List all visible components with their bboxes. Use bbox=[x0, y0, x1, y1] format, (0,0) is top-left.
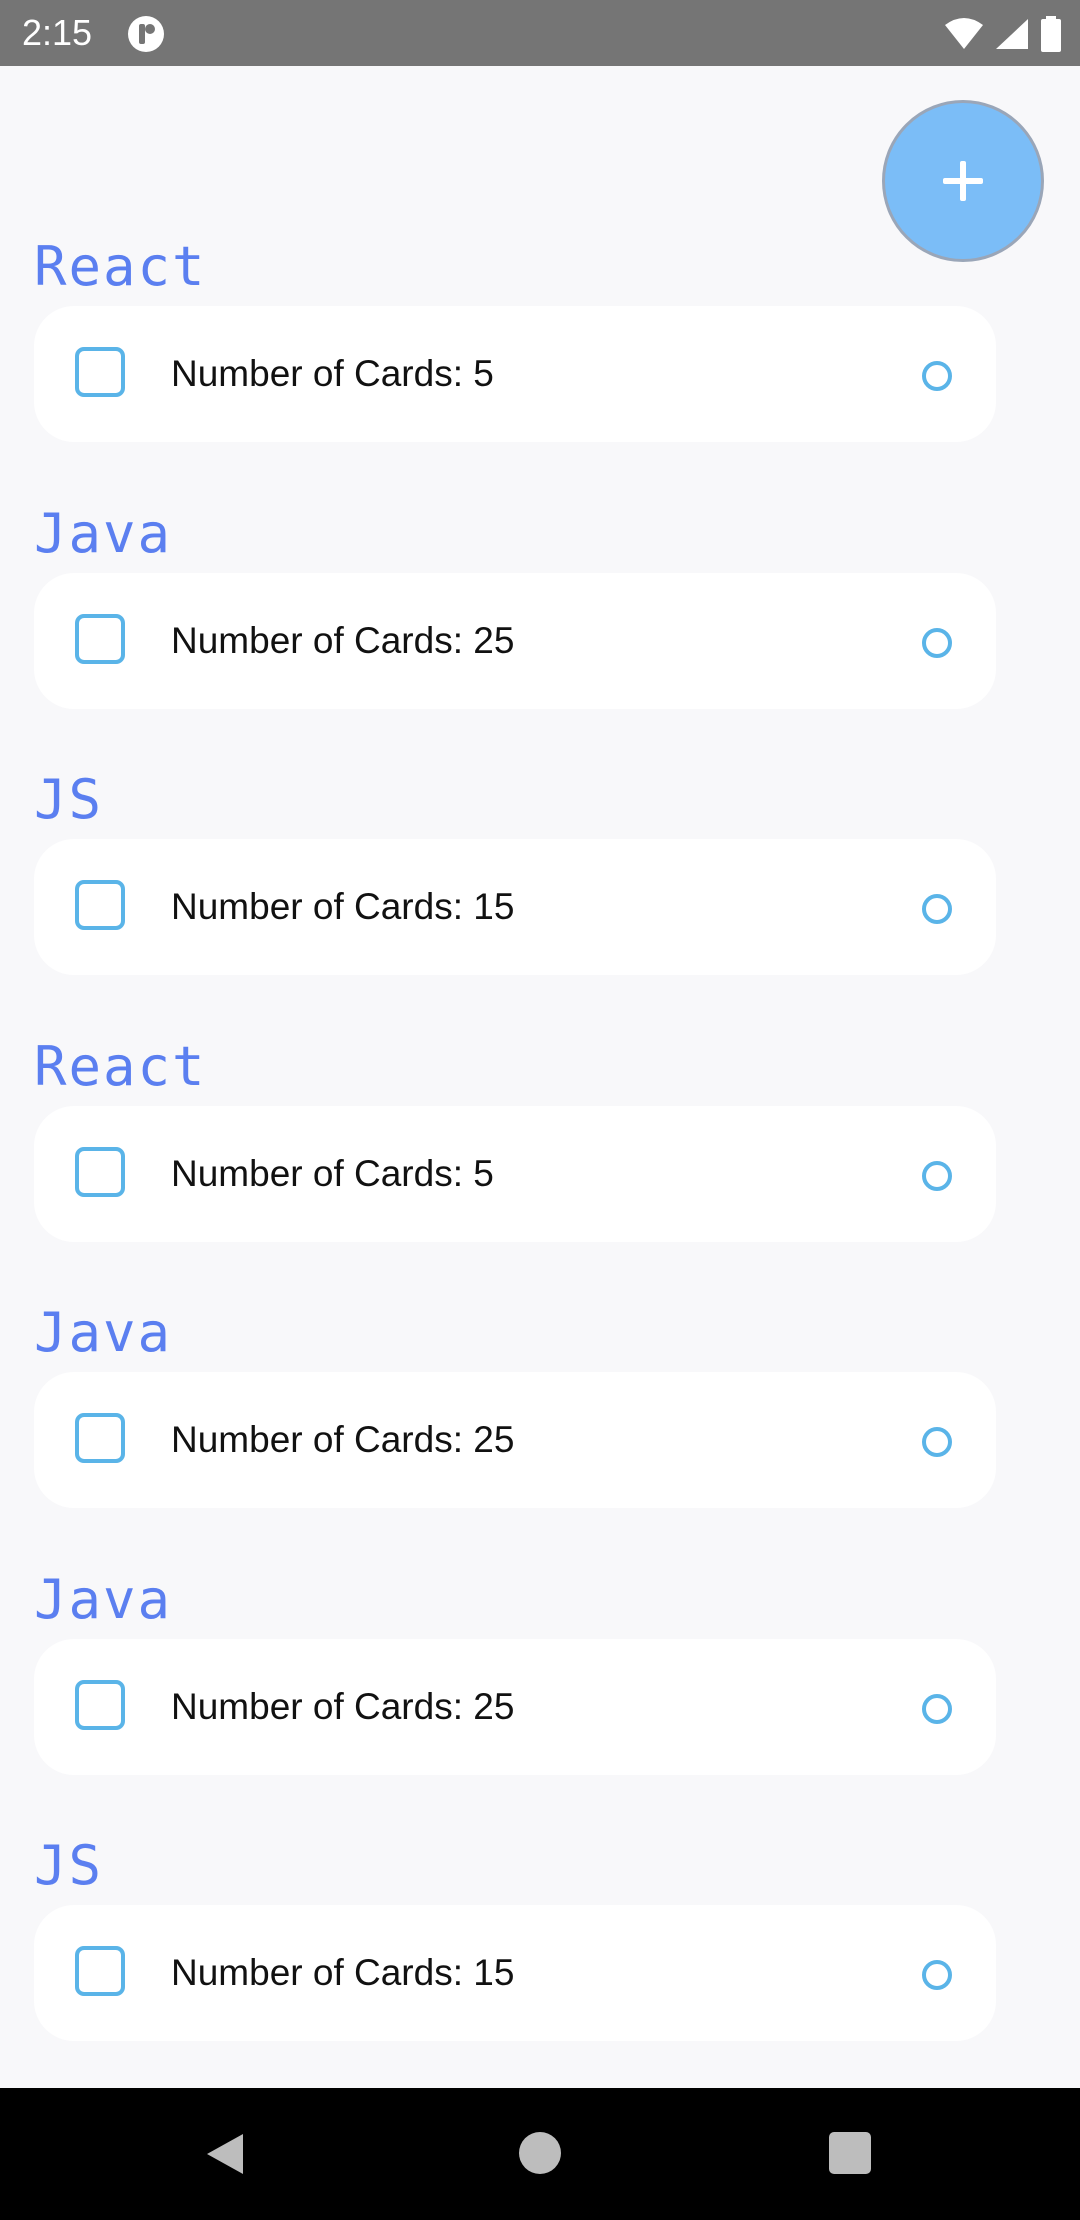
deck-card[interactable]: Number of Cards: 15 bbox=[34, 839, 996, 975]
deck-title[interactable]: JS bbox=[34, 769, 103, 831]
deck-title[interactable]: JS bbox=[34, 1835, 103, 1897]
deck-card-count: Number of Cards: 5 bbox=[171, 1153, 494, 1194]
deck-card[interactable]: Number of Cards: 5 bbox=[34, 1106, 996, 1242]
deck-card-count: Number of Cards: 5 bbox=[171, 353, 494, 394]
recents-icon[interactable] bbox=[829, 2132, 871, 2174]
deck-status-indicator[interactable] bbox=[922, 1427, 952, 1457]
deck-title[interactable]: React bbox=[34, 1036, 207, 1098]
deck-checkbox[interactable] bbox=[75, 1147, 125, 1197]
deck-title[interactable]: Java bbox=[34, 503, 172, 565]
add-deck-button[interactable] bbox=[882, 100, 1044, 262]
deck-title[interactable]: Java bbox=[34, 1302, 172, 1364]
deck-card[interactable]: Number of Cards: 25 bbox=[34, 1372, 996, 1508]
deck-status-indicator[interactable] bbox=[922, 1960, 952, 1990]
back-icon[interactable] bbox=[205, 2132, 245, 2176]
deck-status-indicator[interactable] bbox=[922, 361, 952, 391]
deck-card-count: Number of Cards: 25 bbox=[171, 620, 515, 661]
deck-card-count: Number of Cards: 25 bbox=[171, 1419, 515, 1460]
deck-status-indicator[interactable] bbox=[922, 1161, 952, 1191]
status-time: 2:15 bbox=[22, 12, 93, 53]
deck-checkbox[interactable] bbox=[75, 1413, 125, 1463]
deck-checkbox[interactable] bbox=[75, 1946, 125, 1996]
app-notification-icon bbox=[128, 16, 164, 52]
deck-card-count: Number of Cards: 25 bbox=[171, 1686, 515, 1727]
plus-icon bbox=[943, 161, 983, 201]
deck-title[interactable]: React bbox=[34, 236, 207, 298]
deck-title[interactable]: Java bbox=[34, 1569, 172, 1631]
battery-icon bbox=[1041, 16, 1061, 52]
status-bar: 2:15 bbox=[0, 0, 1080, 66]
deck-card-count: Number of Cards: 15 bbox=[171, 1952, 515, 1993]
deck-card-count: Number of Cards: 15 bbox=[171, 886, 515, 927]
cellular-signal-icon bbox=[996, 19, 1028, 49]
deck-checkbox[interactable] bbox=[75, 880, 125, 930]
deck-status-indicator[interactable] bbox=[922, 1694, 952, 1724]
status-icons bbox=[944, 14, 1062, 54]
wifi-icon bbox=[945, 18, 983, 49]
deck-checkbox[interactable] bbox=[75, 614, 125, 664]
deck-card[interactable]: Number of Cards: 25 bbox=[34, 573, 996, 709]
deck-card[interactable]: Number of Cards: 15 bbox=[34, 1905, 996, 2041]
deck-status-indicator[interactable] bbox=[922, 628, 952, 658]
deck-card[interactable]: Number of Cards: 25 bbox=[34, 1639, 996, 1775]
deck-checkbox[interactable] bbox=[75, 347, 125, 397]
deck-card[interactable]: Number of Cards: 5 bbox=[34, 306, 996, 442]
system-nav-bar bbox=[0, 2088, 1080, 2220]
deck-checkbox[interactable] bbox=[75, 1680, 125, 1730]
deck-status-indicator[interactable] bbox=[922, 894, 952, 924]
home-icon[interactable] bbox=[519, 2132, 561, 2174]
